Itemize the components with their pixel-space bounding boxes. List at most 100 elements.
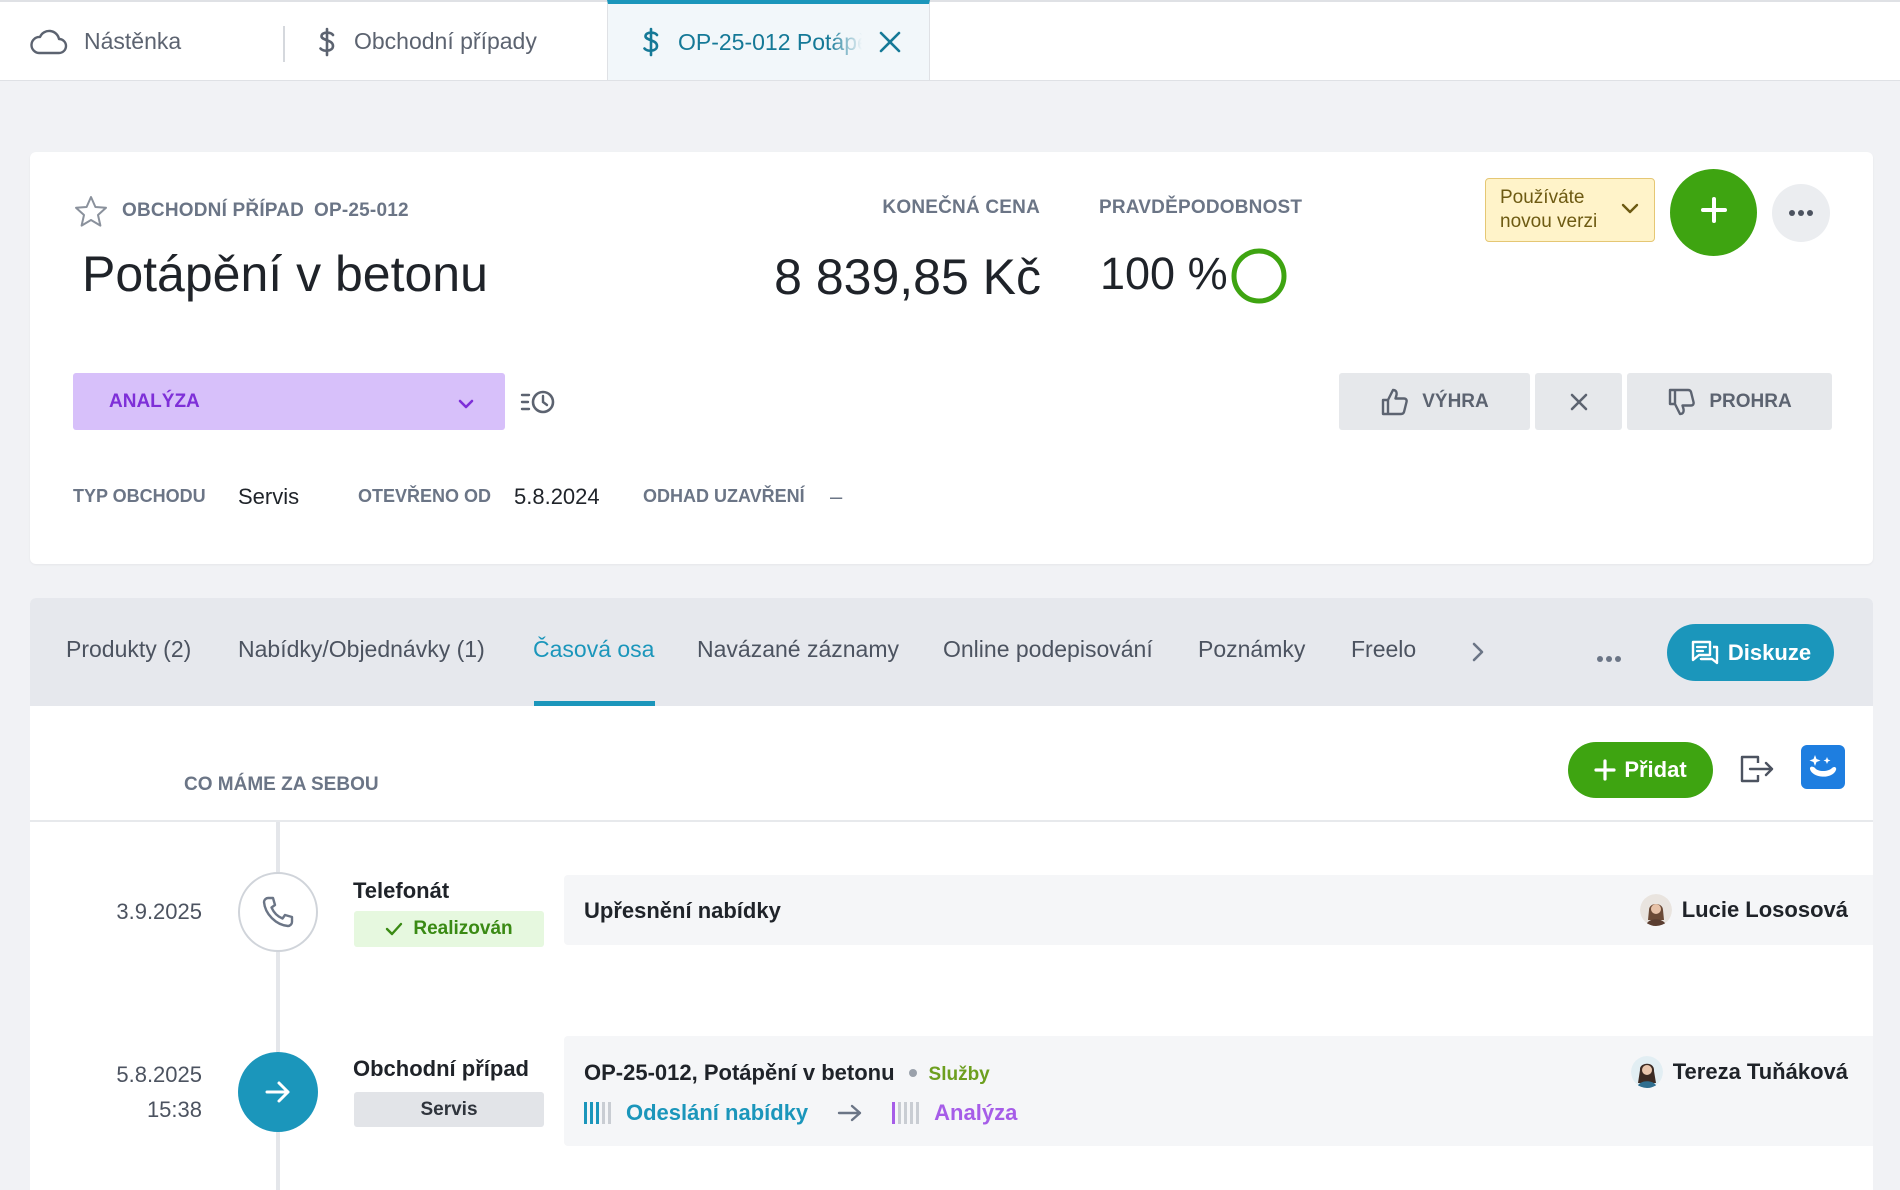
service-tag: Služby — [928, 1064, 990, 1085]
lose-label: PROHRA — [1709, 390, 1792, 412]
timeline-item-type: Obchodní případ — [353, 1056, 529, 1081]
stage-from: Odeslání nabídky — [626, 1100, 809, 1125]
timeline-item-title-text[interactable]: OP-25-012, Potápění v betonu — [584, 1060, 895, 1085]
stage-dropdown[interactable]: ANALÝZA — [73, 373, 505, 430]
stage-progress-icon — [892, 1102, 922, 1124]
version-dropdown[interactable]: Používáte novou verzi — [1485, 178, 1655, 242]
check-icon — [386, 922, 403, 936]
dollar-icon — [640, 27, 662, 57]
timeline-item-date: 3.9.2025 — [62, 894, 202, 929]
thumbs-down-icon — [1669, 388, 1696, 415]
arrow-right-icon — [836, 1103, 864, 1123]
version-notice: Používáte novou verzi — [1500, 187, 1598, 232]
timeline-item-user-name: Lucie Lososová — [1681, 897, 1848, 922]
subtab-linked-records[interactable]: Navázané záznamy — [697, 636, 899, 663]
tab-separator — [283, 26, 285, 62]
ai-assistant-icon[interactable] — [1801, 745, 1845, 789]
tab-deals-label: Obchodní případy — [354, 28, 537, 54]
win-label: VÝHRA — [1422, 390, 1489, 412]
subtab-timeline[interactable]: Časová osa — [533, 636, 654, 663]
type-badge-label: Servis — [420, 1098, 478, 1120]
more-options-button[interactable] — [1772, 184, 1830, 242]
timeline-item-user: Tereza Tuňáková — [1630, 1056, 1848, 1088]
probability-value: 100 % — [1100, 248, 1228, 299]
timeline-item-user: Lucie Lososová — [1639, 894, 1848, 926]
more-icon — [1788, 204, 1814, 222]
timeline-item-card[interactable]: Upřesnění nabídky Lucie Lososová — [564, 875, 1873, 945]
opened-label: OTEVŘENO OD — [358, 486, 492, 506]
chevron-down-icon — [457, 394, 475, 416]
tab-dashboard[interactable]: Nástěnka — [30, 2, 280, 81]
win-button[interactable]: VÝHRA — [1339, 373, 1530, 430]
timeline-item-user-name: Tereza Tuňáková — [1672, 1059, 1848, 1084]
discussion-label: Diskuze — [1727, 639, 1812, 665]
export-icon[interactable] — [1738, 753, 1776, 790]
subtab-notes[interactable]: Poznámky — [1198, 636, 1305, 663]
timeline-item-card[interactable]: OP-25-012, Potápění v betonu Služby Terez… — [564, 1036, 1873, 1146]
tab-bar: Nástěnka Obchodní případy OP-25-012 Potá… — [0, 0, 1900, 81]
record-type-label: OBCHODNÍ PŘÍPAD — [122, 200, 305, 221]
star-icon[interactable] — [73, 194, 109, 235]
timeline-item-day: 3.9.2025 — [116, 899, 202, 924]
discussion-button[interactable]: Diskuze — [1667, 624, 1834, 681]
plus-icon — [1700, 196, 1728, 229]
tab-current-deal-label: OP-25-012 Potápění v betonu — [678, 28, 862, 55]
timeline-item-type: Telefonát — [353, 878, 450, 903]
timeline-item-day: 5.8.2025 — [116, 1062, 202, 1087]
history-icon[interactable] — [520, 388, 556, 421]
subtab-bar: Produkty (2) Nabídky/Objednávky (1) Časo… — [30, 598, 1873, 706]
opened-value: 5.8.2024 — [514, 484, 600, 509]
stage-label: ANALÝZA — [109, 390, 200, 412]
timeline-item-title: OP-25-012, Potápění v betonu Služby — [584, 1060, 990, 1086]
close-icon — [1570, 393, 1587, 410]
deal-type-value: Servis — [238, 484, 300, 509]
cloud-icon — [30, 29, 68, 55]
chevron-down-icon — [1620, 198, 1640, 222]
subtab-online-signing[interactable]: Online podepisování — [943, 636, 1153, 663]
separator-dot — [908, 1068, 917, 1077]
more-icon[interactable] — [1596, 650, 1622, 668]
thumbs-up-icon — [1382, 388, 1409, 415]
subtab-products[interactable]: Produkty (2) — [66, 636, 191, 663]
timeline-item-title: Upřesnění nabídky — [584, 898, 781, 923]
close-icon[interactable] — [878, 30, 902, 54]
dollar-icon — [316, 27, 338, 57]
probability-label: PRAVDĚPODOBNOST — [1099, 197, 1303, 218]
stage-change: Odeslání nabídky Analýza — [584, 1100, 1017, 1126]
ring-icon — [1230, 247, 1288, 310]
active-tab-indicator — [534, 701, 655, 706]
deal-type-label: TYP OBCHODU — [73, 486, 206, 506]
close-estimate-value[interactable]: – — [830, 484, 842, 510]
tab-current-deal[interactable]: OP-25-012 Potápění v betonu — [607, 0, 930, 80]
add-button[interactable] — [1670, 169, 1757, 256]
close-deal-button[interactable] — [1535, 373, 1622, 430]
arrow-right-icon — [238, 1052, 318, 1132]
status-badge: Realizován — [354, 911, 544, 947]
divider — [30, 820, 1873, 822]
add-activity-button[interactable]: Přidat — [1568, 742, 1713, 798]
final-price-label: KONEČNÁ CENA — [882, 197, 1040, 218]
add-activity-label: Přidat — [1624, 757, 1687, 782]
detail-panel: Produkty (2) Nabídky/Objednávky (1) Časo… — [30, 598, 1873, 1190]
close-estimate-label: ODHAD UZAVŘENÍ — [643, 486, 805, 506]
chevron-right-icon[interactable] — [1470, 640, 1486, 669]
final-price: 8 839,85 Kč — [774, 249, 1041, 305]
stage-progress-icon — [584, 1102, 614, 1124]
record-id: OP-25-012 — [314, 200, 409, 221]
deal-header-card: OBCHODNÍ PŘÍPAD OP-25-012 Potápění v bet… — [30, 152, 1873, 564]
stage-to: Analýza — [934, 1100, 1018, 1125]
timeline-item-date: 5.8.2025 15:38 — [62, 1057, 202, 1127]
status-badge-label: Realizován — [413, 918, 513, 939]
section-title: CO MÁME ZA SEBOU — [184, 774, 379, 795]
plus-icon — [1594, 759, 1616, 781]
timeline-item-time: 15:38 — [146, 1097, 202, 1122]
lose-button[interactable]: PROHRA — [1627, 373, 1832, 430]
subtab-offers[interactable]: Nabídky/Objednávky (1) — [238, 636, 485, 663]
type-badge: Servis — [354, 1092, 544, 1127]
chat-icon — [1691, 640, 1719, 664]
page-title: Potápění v betonu — [82, 246, 488, 302]
phone-icon — [238, 872, 318, 952]
tab-deals[interactable]: Obchodní případy — [316, 2, 606, 81]
tab-dashboard-label: Nástěnka — [84, 28, 182, 54]
subtab-freelo[interactable]: Freelo — [1351, 636, 1416, 663]
